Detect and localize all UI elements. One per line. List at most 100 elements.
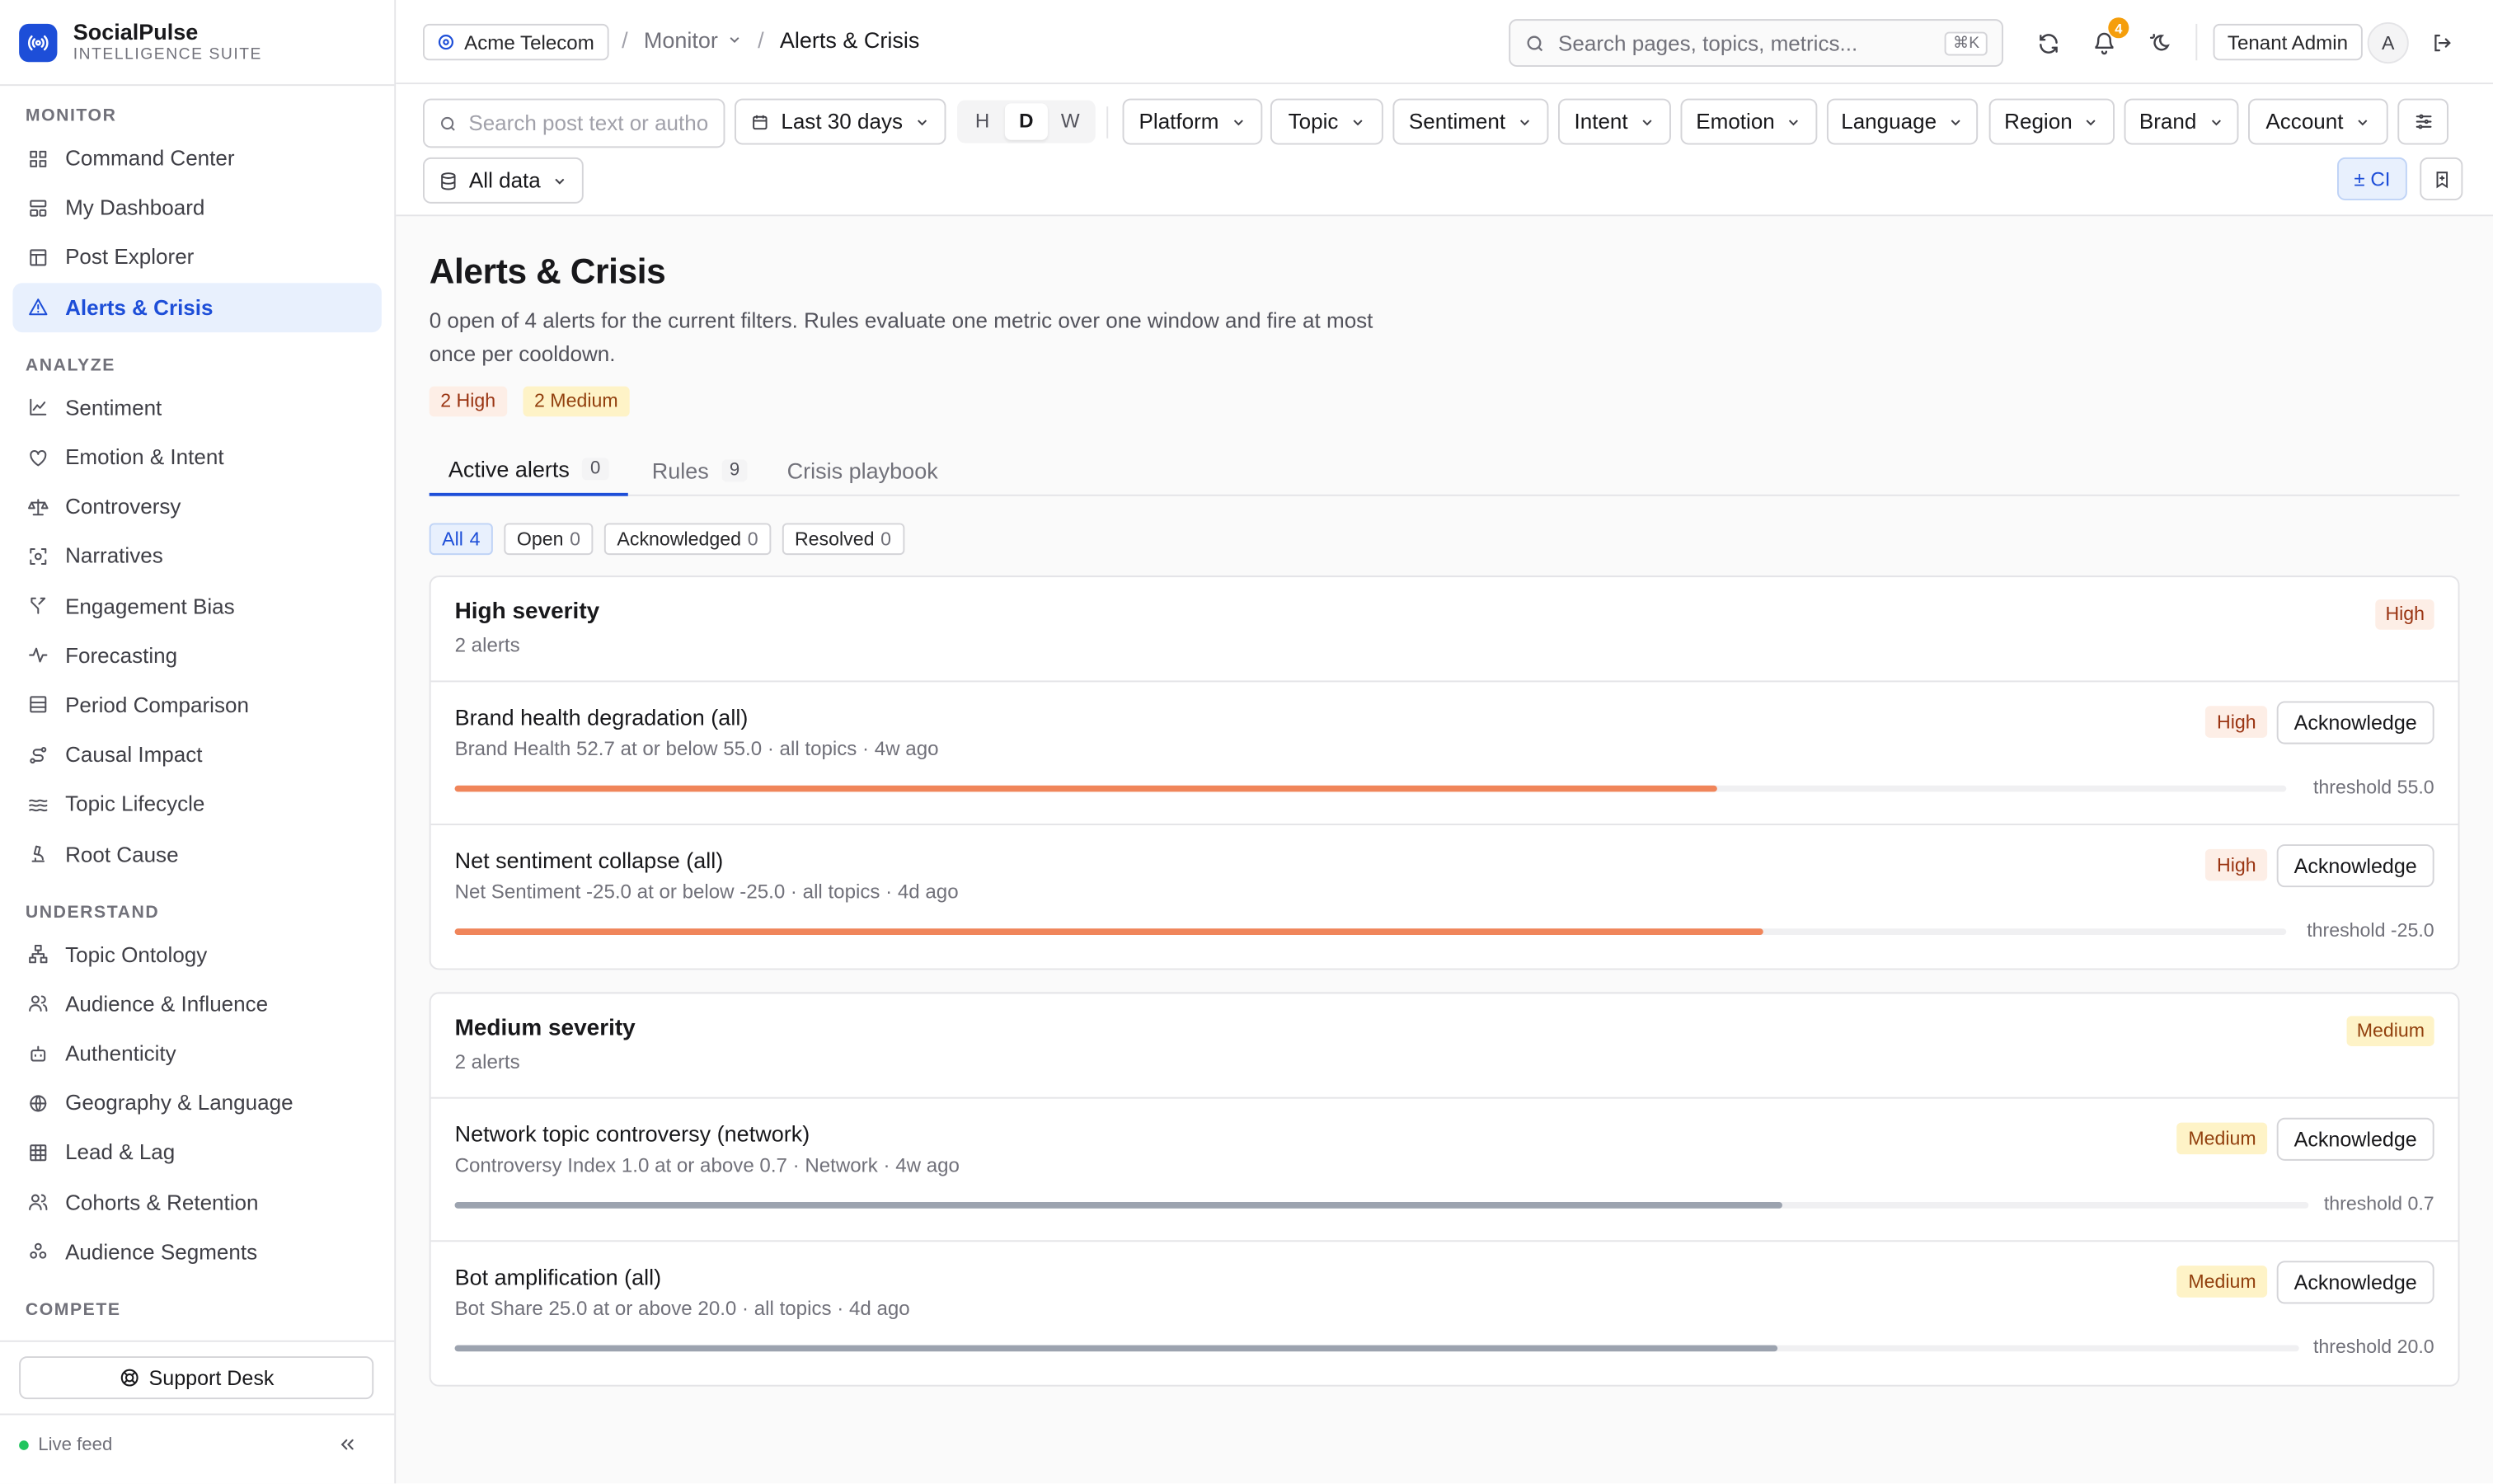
sidebar-item-root-cause[interactable]: Root Cause xyxy=(12,829,381,879)
sidebar-item-lead-and-lag[interactable]: Lead & Lag xyxy=(12,1128,381,1177)
date-range-selector[interactable]: Last 30 days xyxy=(734,98,946,145)
sidebar-item-label: Geography & Language xyxy=(65,1091,293,1115)
calendar-icon xyxy=(753,114,768,129)
filter-account-dropdown[interactable]: Account xyxy=(2247,98,2388,145)
global-search-input[interactable]: Search pages, topics, metrics... ⌘K xyxy=(1509,19,2003,67)
tab-active-alerts[interactable]: Active alerts 0 xyxy=(429,444,628,496)
granularity-option-w[interactable]: W xyxy=(1049,103,1092,139)
confidence-interval-toggle[interactable]: ± CI xyxy=(2336,157,2407,200)
brand[interactable]: SocialPulse INTELLIGENCE SUITE xyxy=(19,19,262,65)
post-search-input[interactable]: Search post text or author xyxy=(422,98,725,148)
support-desk-button[interactable]: Support Desk xyxy=(19,1356,374,1400)
filter-sentiment-dropdown[interactable]: Sentiment xyxy=(1392,98,1549,145)
filter-topic-dropdown[interactable]: Topic xyxy=(1270,98,1383,145)
sidebar-item-emotion-and-intent[interactable]: Emotion & Intent xyxy=(12,432,381,481)
status-filter-open[interactable]: Open 0 xyxy=(504,523,594,556)
sidebar: SocialPulse INTELLIGENCE SUITE MONITOR Co… xyxy=(0,0,397,1484)
status-filter-resolved[interactable]: Resolved 0 xyxy=(782,523,904,556)
filter-label: Language xyxy=(1841,110,1937,134)
search-icon xyxy=(1527,35,1543,51)
filter-label: Region xyxy=(2004,110,2073,134)
sidebar-item-controversy[interactable]: Controversy xyxy=(12,482,381,532)
sidebar-item-audience-segments[interactable]: Audience Segments xyxy=(12,1227,381,1276)
sidebar-item-causal-impact[interactable]: Causal Impact xyxy=(12,730,381,779)
sidebar-item-sentiment[interactable]: Sentiment xyxy=(12,383,381,432)
filter-emotion-dropdown[interactable]: Emotion xyxy=(1680,98,1818,145)
alert-meta: Net Sentiment -25.0 at or below -25.0 · … xyxy=(454,881,959,904)
status-filter-label: All xyxy=(442,528,463,551)
alert-meta: Controversy Index 1.0 at or above 0.7 · … xyxy=(454,1154,960,1177)
sidebar-item-geography-and-language[interactable]: Geography & Language xyxy=(12,1078,381,1128)
threshold-label: threshold 55.0 xyxy=(2312,776,2434,799)
tab-crisis-playbook[interactable]: Crisis playbook xyxy=(768,444,956,496)
acknowledge-button[interactable]: Acknowledge xyxy=(2276,844,2434,888)
logout-icon[interactable] xyxy=(2426,27,2458,59)
filter-label: Intent xyxy=(1574,110,1628,134)
avatar[interactable]: A xyxy=(2367,21,2409,64)
tab-rules[interactable]: Rules 9 xyxy=(633,444,767,496)
grid-icon xyxy=(27,148,49,170)
sidebar-item-my-dashboard[interactable]: My Dashboard xyxy=(12,183,381,232)
search-placeholder: Search pages, topics, metrics... xyxy=(1557,31,1858,55)
acknowledge-button[interactable]: Acknowledge xyxy=(2276,1117,2434,1161)
alert-group-count: 2 alerts xyxy=(454,1050,520,1073)
chevron-down-icon xyxy=(2083,114,2099,129)
filter-brand-dropdown[interactable]: Brand xyxy=(2124,98,2239,145)
notifications-bell-icon[interactable]: 4 xyxy=(2087,17,2129,59)
sidebar-item-topic-ontology[interactable]: Topic Ontology xyxy=(12,929,381,979)
alert-row: Bot amplification (all) Bot Share 25.0 at… xyxy=(431,1242,2458,1385)
filter-settings-button[interactable] xyxy=(2397,98,2448,145)
filter-platform-dropdown[interactable]: Platform xyxy=(1122,98,1263,145)
acknowledge-button[interactable]: Acknowledge xyxy=(2276,701,2434,744)
refresh-icon[interactable] xyxy=(2032,27,2064,59)
filter-label: Brand xyxy=(2139,110,2197,134)
sidebar-item-topic-lifecycle[interactable]: Topic Lifecycle xyxy=(12,779,381,829)
status-filter-acknowledged[interactable]: Acknowledged 0 xyxy=(604,523,772,556)
sidebar-item-command-center[interactable]: Command Center xyxy=(12,134,381,183)
status-filter-all[interactable]: All 4 xyxy=(429,523,493,556)
collapse-sidebar-icon[interactable] xyxy=(337,1435,358,1460)
data-scope-selector[interactable]: All data xyxy=(422,157,584,204)
granularity-option-h[interactable]: H xyxy=(960,103,1004,139)
tenant-selector[interactable]: Acme Telecom xyxy=(422,23,609,61)
chevron-down-icon xyxy=(2354,114,2370,129)
topbar: Acme Telecom / Monitor / Alerts & Crisis… xyxy=(396,0,2493,85)
sidebar-item-cohorts-and-retention[interactable]: Cohorts & Retention xyxy=(12,1177,381,1227)
sidebar-item-audience-and-influence[interactable]: Audience & Influence xyxy=(12,979,381,1029)
sidebar-item-alerts-and-crisis[interactable]: Alerts & Crisis xyxy=(12,282,382,332)
threshold-label: threshold 0.7 xyxy=(2323,1192,2434,1215)
breadcrumb-section[interactable]: Monitor xyxy=(644,27,742,53)
sliders-icon xyxy=(2415,114,2431,129)
bookmark-button[interactable] xyxy=(2420,157,2463,200)
divider xyxy=(0,1340,395,1342)
threshold-progress-bar xyxy=(454,1345,2299,1352)
alert-title: Network topic controversy (network) xyxy=(454,1120,810,1147)
sidebar-item-period-comparison[interactable]: Period Comparison xyxy=(12,680,381,730)
alert-title: Brand health degradation (all) xyxy=(454,704,749,730)
granularity-option-d[interactable]: D xyxy=(1004,103,1049,140)
severity-badge: High xyxy=(2205,706,2268,738)
alert-title: Net sentiment collapse (all) xyxy=(454,847,724,873)
sidebar-item-forecasting[interactable]: Forecasting xyxy=(12,631,381,680)
severity-badge: High xyxy=(2375,599,2434,630)
sidebar-item-label: Audience & Influence xyxy=(65,992,269,1017)
filter-language-dropdown[interactable]: Language xyxy=(1826,98,1979,145)
theme-toggle-icon[interactable] xyxy=(2143,27,2176,59)
threshold-progress-bar xyxy=(454,928,2287,935)
sidebar-item-post-explorer[interactable]: Post Explorer xyxy=(12,232,381,282)
tab-label: Active alerts xyxy=(448,455,570,481)
sidebar-item-narratives[interactable]: Narratives xyxy=(12,532,381,581)
acknowledge-button[interactable]: Acknowledge xyxy=(2276,1261,2434,1304)
sidebar-item-engagement-bias[interactable]: Engagement Bias xyxy=(12,581,381,631)
divider xyxy=(0,84,395,87)
sidebar-item-label: Post Explorer xyxy=(65,245,195,270)
live-dot-icon xyxy=(19,1440,29,1450)
sidebar-item-authenticity[interactable]: Authenticity xyxy=(12,1029,381,1078)
alert-meta: Bot Share 25.0 at or above 20.0 · all to… xyxy=(454,1297,910,1320)
medium-count-badge: 2 Medium xyxy=(523,386,630,417)
filter-region-dropdown[interactable]: Region xyxy=(1988,98,2115,145)
search-shortcut: ⌘K xyxy=(1945,31,1988,55)
nav-section-analyze: ANALYZE xyxy=(25,355,115,375)
role-button[interactable]: Tenant Admin xyxy=(2213,23,2363,61)
filter-intent-dropdown[interactable]: Intent xyxy=(1557,98,1671,145)
